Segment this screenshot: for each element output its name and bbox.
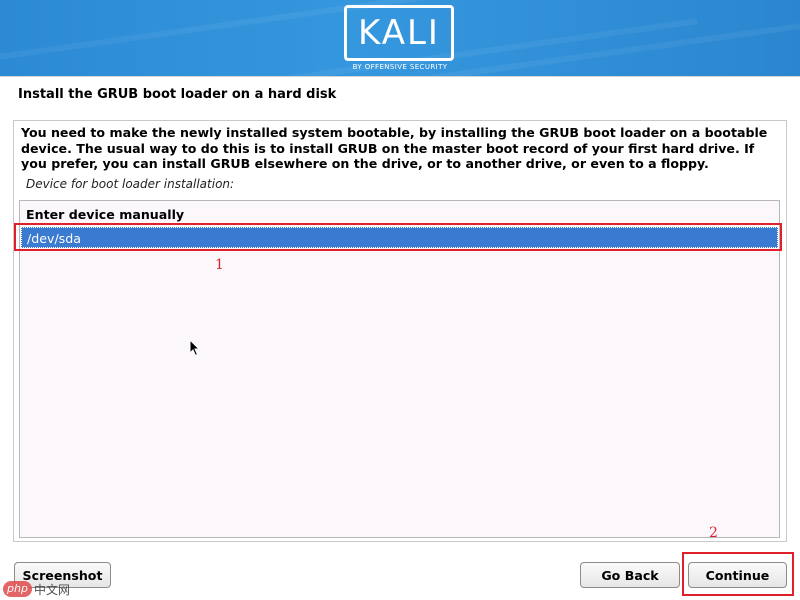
mouse-pointer-icon bbox=[189, 339, 201, 357]
go-back-button[interactable]: Go Back bbox=[580, 562, 680, 588]
kali-logo: KALI bbox=[344, 5, 454, 61]
logo-text: KALI bbox=[358, 13, 440, 53]
annotation-marker-2: 2 bbox=[709, 525, 718, 541]
watermark-logo: php bbox=[3, 581, 32, 597]
installer-window: KALI BY OFFENSIVE SECURITY Install the G… bbox=[0, 0, 800, 600]
logo-subtext: BY OFFENSIVE SECURITY bbox=[352, 63, 448, 71]
watermark: php 中文网 bbox=[3, 579, 70, 599]
header-divider bbox=[0, 76, 800, 77]
device-field-label: Device for boot loader installation: bbox=[26, 177, 235, 191]
annotation-highlight-1 bbox=[14, 223, 782, 251]
annotation-marker-1: 1 bbox=[215, 257, 224, 273]
page-title: Install the GRUB boot loader on a hard d… bbox=[18, 87, 337, 102]
header-banner: KALI BY OFFENSIVE SECURITY bbox=[0, 0, 800, 76]
watermark-text: 中文网 bbox=[33, 582, 70, 597]
description-text: You need to make the newly installed sys… bbox=[21, 125, 768, 171]
continue-button[interactable]: Continue bbox=[688, 562, 787, 588]
list-item-enter-device-manually[interactable]: Enter device manually bbox=[21, 204, 778, 225]
